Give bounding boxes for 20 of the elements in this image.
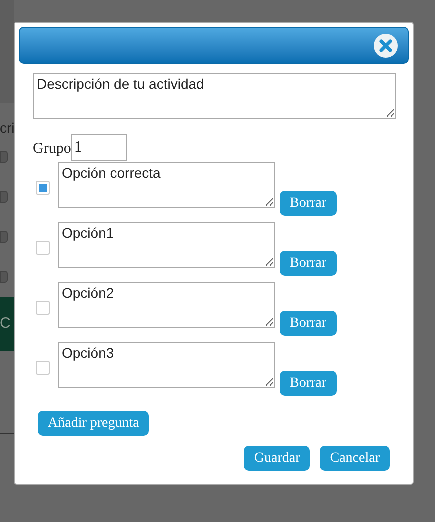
option-field[interactable]: Opción2 — [58, 282, 275, 328]
option-field[interactable]: Opción correcta — [58, 162, 275, 208]
checkbox[interactable] — [0, 231, 8, 243]
checkbox[interactable] — [0, 151, 8, 163]
group-label: Grupo — [33, 142, 72, 159]
group-field[interactable]: 1 — [71, 134, 128, 161]
add-question-button[interactable]: Añadir pregunta — [38, 411, 150, 436]
checkbox[interactable] — [0, 191, 8, 203]
checkbox[interactable] — [0, 271, 8, 283]
delete-button[interactable]: Borrar — [280, 311, 337, 336]
delete-button[interactable]: Borrar — [280, 371, 337, 396]
option-field[interactable]: Opción1 — [58, 222, 275, 268]
cancel-button[interactable]: Cancelar — [320, 446, 390, 471]
option-field[interactable]: Opción3 — [58, 342, 275, 388]
delete-button[interactable]: Borrar — [280, 251, 337, 276]
heading-text: cri — [0, 121, 14, 135]
delete-button[interactable]: Borrar — [280, 191, 337, 216]
save-button[interactable]: Guardar — [244, 446, 310, 471]
close-icon[interactable] — [374, 34, 398, 58]
description-field[interactable]: Descripción de tu actividad — [33, 73, 396, 119]
